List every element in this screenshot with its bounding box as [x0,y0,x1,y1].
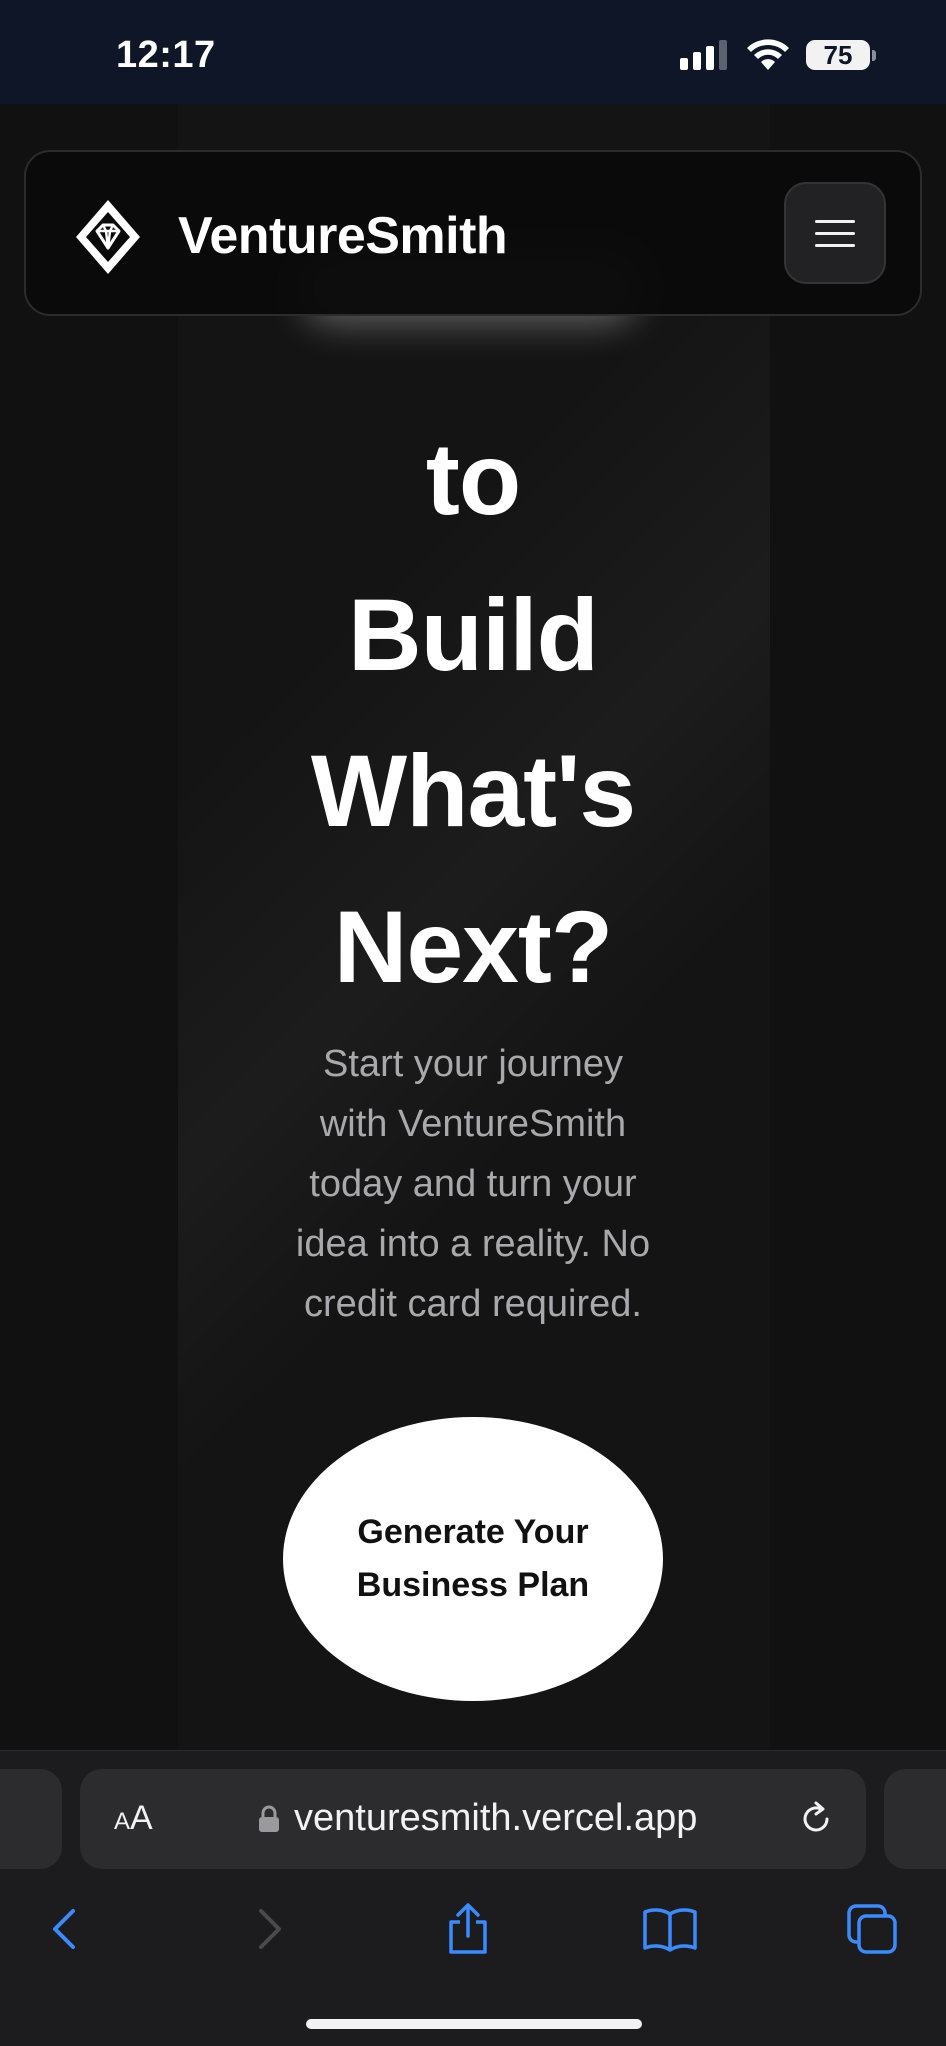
brand-name[interactable]: VentureSmith [178,206,508,266]
menu-button[interactable] [784,182,886,284]
generate-business-plan-button[interactable]: Generate Your Business Plan [283,1417,663,1701]
hamburger-menu-icon-bar [815,231,855,235]
wifi-icon [747,39,789,70]
share-icon [449,1903,487,1954]
back-button[interactable] [34,1899,94,1959]
previous-tab-preview[interactable] [0,1769,62,1869]
hero-line-build: Build [348,578,599,692]
subtitle-line: with VentureSmith [319,1103,627,1145]
page-content: to Build What's Next? Start your journey… [0,104,946,1750]
hero-line-next: Next? [333,890,613,1004]
share-button[interactable] [438,1899,498,1959]
url-text[interactable]: venturesmith.vercel.app [294,1797,697,1840]
address-bar[interactable]: AA venturesmith.vercel.app [80,1769,866,1869]
battery-indicator: 75 [806,40,870,70]
hero-line-to: to [425,422,521,536]
bookmarks-button[interactable] [640,1899,700,1959]
battery-tip [872,50,876,61]
bookmarks-icon [643,1908,697,1952]
tabs-icon [847,1904,897,1954]
hero-line-whats: What's [310,734,636,848]
subtitle-line: today and turn your [309,1163,637,1205]
site-header: VentureSmith [24,150,922,316]
browser-toolbar: AA venturesmith.vercel.app [0,1750,946,2046]
subtitle-line: Start your journey [323,1043,623,1085]
tabs-button[interactable] [842,1899,902,1959]
status-time: 12:17 [116,34,216,76]
hamburger-menu-icon-bar [815,243,855,247]
hamburger-menu-icon [815,219,855,223]
forward-icon [259,1909,281,1949]
home-indicator [306,2019,642,2029]
diamond-icon[interactable] [72,198,144,276]
text-size-button[interactable]: AA [114,1799,153,1838]
back-icon [53,1909,75,1949]
subtitle-line: idea into a reality. No [295,1223,651,1265]
cellular-signal-icon [680,40,727,70]
forward-button[interactable] [240,1899,300,1959]
lock-icon [259,1805,279,1832]
subtitle-line: credit card required. [304,1283,642,1325]
status-bar: 12:17 75 [0,0,946,104]
hero-subtitle: Start your journey with VentureSmith tod… [240,1034,706,1334]
next-tab-preview[interactable] [884,1769,946,1869]
reload-icon[interactable] [796,1799,836,1839]
